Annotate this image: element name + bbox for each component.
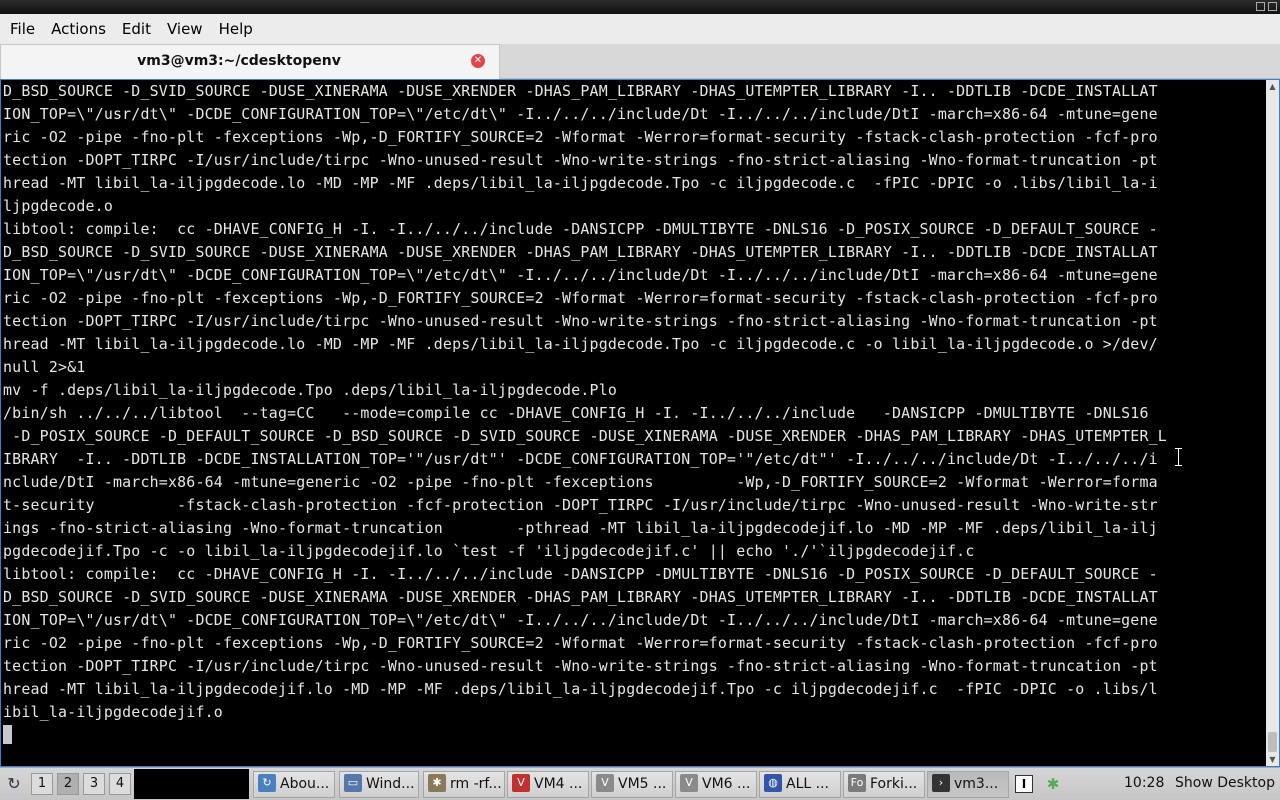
terminal-bug-icon: ✱ — [428, 773, 446, 792]
menu-help[interactable]: Help — [211, 14, 261, 44]
taskbar-task-label: Wind... — [366, 776, 415, 792]
taskbar-task-label: vm3... — [954, 776, 999, 792]
taskbar-task-label: VM5 ... — [618, 776, 667, 792]
workspace-3[interactable]: 3 — [83, 773, 105, 795]
fo-app-icon: Fo — [848, 773, 866, 792]
terminal-line: t-security -fstack-clash-protection -fcf… — [3, 496, 1158, 514]
text-cursor-icon — [1175, 448, 1182, 466]
scrollbar-thumb[interactable] — [1268, 732, 1277, 752]
taskbar-task[interactable]: › vm3... — [927, 771, 1009, 798]
taskbar-task[interactable]: ✱ rm -rf... — [423, 771, 505, 798]
taskbar-task-label: VM6 ... — [702, 776, 751, 792]
terminal-output: D_BSD_SOURCE -D_SVID_SOURCE -DUSE_XINERA… — [3, 80, 1265, 766]
terminal-line: null 2>&1 — [3, 358, 86, 376]
about-icon: ↻ — [258, 773, 276, 792]
terminal-line: ljpgdecode.o — [3, 197, 113, 215]
terminal-line: -D_POSIX_SOURCE -D_DEFAULT_SOURCE -D_BSD… — [3, 427, 1167, 445]
terminal-line: D_BSD_SOURCE -D_SVID_SOURCE -DUSE_XINERA… — [3, 243, 1158, 261]
terminal-line: ric -O2 -pipe -fno-plt -fexceptions -Wp,… — [3, 634, 1158, 652]
vm-icon: V — [680, 773, 698, 792]
terminal-line: ION_TOP=\"/usr/dt\" -DCDE_CONFIGURATION_… — [3, 611, 1158, 629]
terminal-line: tection -DOPT_TIRPC -I/usr/include/tirpc… — [3, 312, 1158, 330]
tab-terminal[interactable]: vm3@vm3:~/cdesktopenv ✕ — [0, 44, 500, 79]
terminal-line: ION_TOP=\"/usr/dt\" -DCDE_CONFIGURATION_… — [3, 105, 1158, 123]
taskbar-task-label: Forki... — [870, 776, 918, 792]
close-tab-icon[interactable]: ✕ — [471, 54, 485, 68]
taskbar-task[interactable]: ↻ Abou... — [253, 771, 335, 798]
window-title-strip — [0, 0, 1280, 14]
terminal-line: tection -DOPT_TIRPC -I/usr/include/tirpc… — [3, 151, 1158, 169]
workspace-2[interactable]: 2 — [57, 773, 79, 795]
workspace-preview — [134, 769, 249, 799]
taskbar-task[interactable]: V VM4 ... — [507, 771, 589, 798]
window-icon: ▭ — [344, 773, 362, 792]
taskbar-task[interactable]: Fo Forki... — [843, 771, 925, 798]
terminal-line: libtool: compile: cc -DHAVE_CONFIG_H -I.… — [3, 220, 1158, 238]
taskbar-task[interactable]: V VM5 ... — [591, 771, 673, 798]
close-window-icon[interactable] — [1268, 2, 1277, 11]
taskbar-task-label: Abou... — [280, 776, 330, 792]
terminal-icon: › — [932, 773, 950, 792]
taskbar-task-label: rm -rf... — [450, 776, 502, 792]
terminal-line: ric -O2 -pipe -fno-plt -fexceptions -Wp,… — [3, 289, 1158, 307]
scroll-down-icon[interactable]: ▼ — [1266, 753, 1279, 766]
scroll-up-icon[interactable]: ▲ — [1266, 80, 1279, 93]
terminal-line: mv -f .deps/libil_la-iljpgdecode.Tpo .de… — [3, 381, 618, 399]
terminal-line: D_BSD_SOURCE -D_SVID_SOURCE -DUSE_XINERA… — [3, 588, 1158, 606]
terminal-line: D_BSD_SOURCE -D_SVID_SOURCE -DUSE_XINERA… — [3, 82, 1158, 100]
terminal-scrollbar[interactable]: ▲ ▼ — [1266, 80, 1279, 766]
vm-icon: V — [596, 773, 614, 792]
terminal-line: hread -MT libil_la-iljpgdecodejif.lo -MD… — [3, 680, 1158, 698]
menu-view[interactable]: View — [159, 14, 211, 44]
taskbar-task-label: VM4 ... — [534, 776, 583, 792]
terminal-line: ings -fno-strict-aliasing -Wno-format-tr… — [3, 519, 1158, 537]
terminal-line: nclude/DtI -march=x86-64 -mtune=generic … — [3, 473, 1158, 491]
workspace-1[interactable]: 1 — [31, 773, 53, 795]
terminal-view[interactable]: D_BSD_SOURCE -D_SVID_SOURCE -DUSE_XINERA… — [0, 79, 1280, 767]
terminal-line: ric -O2 -pipe -fno-plt -fexceptions -Wp,… — [3, 128, 1158, 146]
terminal-line: tection -DOPT_TIRPC -I/usr/include/tirpc… — [3, 657, 1158, 675]
taskbar-task[interactable]: ▭ Wind... — [339, 771, 419, 798]
globe-icon: ◍ — [764, 773, 782, 792]
network-tray-icon[interactable]: ✱ — [1042, 774, 1064, 794]
terminal-line: hread -MT libil_la-iljpgdecode.lo -MD -M… — [3, 174, 1158, 192]
workspace-4[interactable]: 4 — [109, 773, 131, 795]
terminal-line: hread -MT libil_la-iljpgdecode.lo -MD -M… — [3, 335, 1158, 353]
menu-file[interactable]: File — [2, 14, 43, 44]
terminal-line: pgdecodejif.Tpo -c -o libil_la-iljpgdeco… — [3, 542, 975, 560]
menu-bar: File Actions Edit View Help — [0, 14, 1280, 44]
terminal-line: ION_TOP=\"/usr/dt\" -DCDE_CONFIGURATION_… — [3, 266, 1158, 284]
show-desktop-button[interactable]: Show Desktop — [1175, 768, 1275, 799]
vm-icon: V — [512, 773, 530, 792]
keyboard-indicator-icon[interactable]: I — [1015, 775, 1033, 793]
terminal-line: IBRARY -I.. -DDTLIB -DCDE_INSTALLATION_T… — [3, 450, 1158, 468]
start-menu-icon[interactable]: ↻ — [3, 773, 25, 795]
terminal-line: /bin/sh ../../../libtool --tag=CC --mode… — [3, 404, 1149, 422]
tab-bar: vm3@vm3:~/cdesktopenv ✕ — [0, 44, 1280, 79]
terminal-line: libtool: compile: cc -DHAVE_CONFIG_H -I.… — [3, 565, 1158, 583]
taskbar-task[interactable]: V VM6 ... — [675, 771, 757, 798]
taskbar: ↻ 1 2 3 4 ↻ Abou... ▭ Wind... ✱ rm -rf... V VM4… — [0, 767, 1280, 800]
tab-title: vm3@vm3:~/cdesktopenv — [137, 53, 341, 69]
menu-actions[interactable]: Actions — [43, 14, 114, 44]
taskbar-task[interactable]: ◍ ALL ... — [759, 771, 841, 798]
terminal-cursor — [3, 725, 12, 744]
terminal-line: ibil_la-iljpgdecodejif.o — [3, 703, 223, 721]
clock[interactable]: 10:28 — [1124, 768, 1164, 799]
taskbar-task-label: ALL ... — [786, 776, 829, 792]
restore-icon[interactable] — [1256, 2, 1265, 11]
menu-edit[interactable]: Edit — [114, 14, 159, 44]
